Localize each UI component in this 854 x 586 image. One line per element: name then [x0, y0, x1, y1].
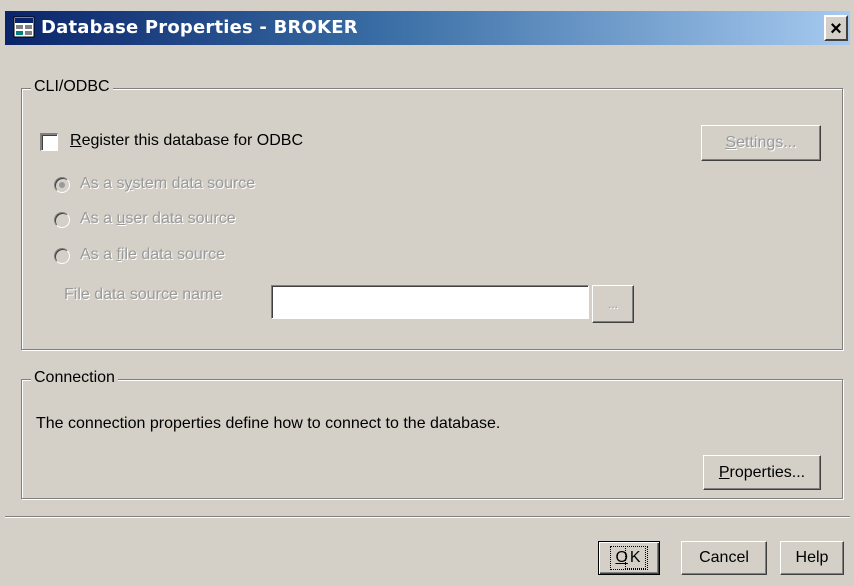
- window-title: Database Properties - BROKER: [41, 17, 358, 38]
- database-app-icon: [13, 16, 35, 38]
- file-data-source-name-input[interactable]: [271, 285, 589, 319]
- user-data-source-label[interactable]: As a user data source: [80, 210, 236, 228]
- file-data-source-label[interactable]: As a file data source: [80, 246, 225, 264]
- system-data-source-label[interactable]: As a system data source: [80, 175, 255, 193]
- database-properties-dialog: Database Properties - BROKER × CLI/ODBC …: [0, 0, 854, 586]
- browse-file-button[interactable]: ...: [592, 285, 634, 323]
- close-icon: ×: [830, 18, 842, 40]
- file-data-source-radio[interactable]: [54, 248, 70, 264]
- title-bar[interactable]: Database Properties - BROKER ×: [5, 11, 850, 45]
- footer-divider: [5, 516, 850, 518]
- properties-button[interactable]: Properties...: [703, 455, 821, 490]
- ok-button[interactable]: OK: [598, 541, 660, 575]
- connection-legend: Connection: [31, 369, 118, 387]
- settings-button[interactable]: Settings...: [701, 125, 821, 161]
- help-button[interactable]: Help: [780, 541, 844, 575]
- system-data-source-radio[interactable]: [54, 177, 70, 193]
- ellipsis-icon: ...: [607, 297, 618, 311]
- register-odbc-label[interactable]: Register this database for ODBC: [70, 132, 303, 150]
- user-data-source-radio[interactable]: [54, 212, 70, 228]
- connection-description: The connection properties define how to …: [36, 415, 501, 432]
- register-odbc-checkbox[interactable]: [40, 133, 58, 151]
- cli-odbc-legend: CLI/ODBC: [31, 78, 113, 96]
- file-data-source-name-label: File data source name: [64, 286, 223, 303]
- close-button[interactable]: ×: [824, 15, 848, 41]
- cancel-button[interactable]: Cancel: [681, 541, 767, 575]
